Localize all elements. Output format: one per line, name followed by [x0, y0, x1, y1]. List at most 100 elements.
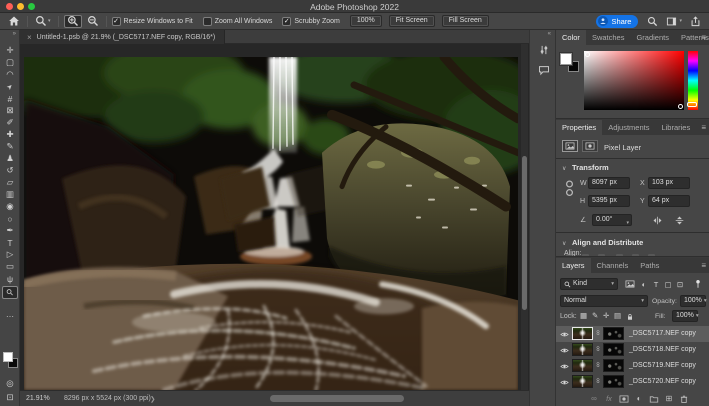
tool-type[interactable]: T — [3, 237, 17, 248]
tool-path-selection[interactable]: ▷ — [3, 249, 17, 260]
section-chevron-icon[interactable]: ∨ — [562, 240, 566, 247]
workspace-switcher-button[interactable]: ▾ — [666, 16, 682, 27]
canvas-area[interactable] — [20, 44, 529, 390]
tab-properties[interactable]: Properties — [556, 120, 602, 135]
layer-mask-thumbnail[interactable] — [603, 327, 624, 340]
mask-link-icon[interactable]: ∞ — [594, 346, 601, 351]
layer-style-icon[interactable]: fx — [603, 393, 615, 404]
eye-icon[interactable] — [560, 330, 569, 339]
layer-thumbnail[interactable] — [572, 359, 593, 372]
eye-icon[interactable] — [560, 362, 569, 371]
quick-mask-button[interactable]: ◎ — [3, 378, 17, 389]
tool-frame[interactable]: ⊠ — [3, 105, 17, 116]
tool-move[interactable]: ✛ — [3, 45, 17, 56]
vertical-scrollbar-thumb[interactable] — [522, 156, 527, 310]
tool-eyedropper[interactable]: ✐ — [3, 117, 17, 128]
home-button[interactable] — [6, 15, 22, 28]
lock-position-icon[interactable]: ✛ — [603, 311, 609, 320]
hue-slider[interactable] — [688, 51, 698, 110]
layer-thumbnail-icon[interactable] — [562, 140, 578, 152]
tool-hand[interactable]: ψ — [3, 273, 17, 284]
filter-pixel-layers-icon[interactable] — [624, 279, 636, 289]
opacity-field[interactable]: 100% ▾ — [680, 295, 706, 307]
document-tab[interactable]: × Untitled-1.psb @ 21.9% (_DSC5717.NEF c… — [20, 30, 225, 44]
filter-type-layers-icon[interactable]: T — [650, 279, 662, 289]
tab-libraries[interactable]: Libraries — [655, 120, 696, 135]
mask-link-icon[interactable]: ∞ — [594, 378, 601, 383]
layer-name[interactable]: _DSC5719.NEF copy — [629, 362, 696, 369]
layer-mask-icon[interactable] — [582, 140, 598, 152]
tool-dodge[interactable]: ○ — [3, 213, 17, 224]
tool-object-selection[interactable]: ➤ — [3, 81, 17, 92]
link-layers-icon[interactable]: ∞ — [588, 393, 600, 404]
layer-thumbnail[interactable] — [572, 375, 593, 388]
layer-row-2[interactable]: ∞ _DSC5718.NEF copy — [556, 342, 709, 358]
tab-adjustments[interactable]: Adjustments — [602, 120, 655, 135]
fill-field[interactable]: 100% ▾ — [672, 310, 698, 322]
zoom-in-button[interactable] — [64, 15, 82, 28]
layer-row-4[interactable]: ∞ _DSC5720.NEF copy — [556, 374, 709, 390]
tab-channels[interactable]: Channels — [591, 258, 635, 273]
height-field[interactable]: 5395 px — [588, 195, 630, 207]
filter-shape-layers-icon[interactable]: ▢ — [662, 279, 674, 289]
eye-icon[interactable] — [560, 346, 569, 355]
add-layer-mask-icon[interactable] — [618, 393, 630, 404]
tool-brush[interactable]: ✎ — [3, 141, 17, 152]
tool-lasso[interactable]: ◠ — [3, 69, 17, 80]
x-field[interactable]: 103 px — [648, 177, 690, 189]
delete-layer-icon[interactable] — [678, 393, 690, 404]
share-button[interactable]: Share — [596, 15, 638, 28]
flip-horizontal-icon[interactable] — [652, 215, 663, 226]
zoom-tool-preset-button[interactable]: ▾ — [33, 15, 53, 28]
transform-section-title[interactable]: Transform — [572, 163, 609, 172]
layer-mask-thumbnail[interactable] — [603, 343, 624, 356]
toolbar-collapse-icon[interactable]: » — [13, 31, 16, 37]
status-zoom-value[interactable]: 21.91% — [26, 395, 50, 402]
new-group-icon[interactable] — [648, 393, 660, 404]
new-layer-icon[interactable]: ⊞ — [663, 393, 675, 404]
foreground-color-swatch[interactable] — [3, 352, 13, 362]
layer-name[interactable]: _DSC5720.NEF copy — [629, 378, 696, 385]
comments-panel-button[interactable] — [535, 63, 552, 77]
status-chevron-icon[interactable]: ❯ — [150, 395, 155, 403]
zoom-100-button[interactable]: 100% — [350, 15, 382, 27]
flip-vertical-icon[interactable] — [674, 215, 685, 226]
screen-mode-button[interactable]: ⊡ — [3, 392, 17, 403]
vertical-scrollbar[interactable] — [521, 44, 528, 390]
tool-pen[interactable]: ✒ — [3, 225, 17, 236]
tab-color[interactable]: Color — [556, 30, 586, 45]
chevron-down-icon[interactable]: ▾ — [626, 218, 629, 228]
layer-mask-thumbnail[interactable] — [603, 359, 624, 372]
mask-link-icon[interactable]: ∞ — [594, 330, 601, 335]
filter-adjustment-layers-icon[interactable]: ◐ — [638, 279, 650, 289]
foreground-swatch[interactable] — [560, 53, 572, 65]
lock-paint-icon[interactable]: ✎ — [592, 311, 598, 320]
export-share-icon[interactable] — [690, 16, 701, 27]
search-icon[interactable] — [647, 16, 658, 27]
tool-marquee[interactable]: ▢ — [3, 57, 17, 68]
foreground-background-swatches[interactable] — [560, 53, 582, 75]
layer-mask-thumbnail[interactable] — [603, 375, 624, 388]
panel-menu-icon[interactable]: ≡ — [701, 123, 706, 132]
filter-toggle-icon[interactable] — [692, 279, 704, 289]
horizontal-scrollbar-thumb[interactable] — [270, 395, 404, 402]
saturation-brightness-field[interactable] — [584, 51, 684, 110]
tool-blur[interactable]: ◉ — [3, 201, 17, 212]
lock-all-icon[interactable] — [626, 312, 634, 321]
new-adjustment-layer-icon[interactable]: ◐ — [633, 393, 645, 404]
dock-collapse-icon[interactable]: « — [548, 31, 551, 37]
layer-name[interactable]: _DSC5717.NEF copy — [629, 330, 696, 337]
lock-artboard-icon[interactable]: ▤ — [614, 311, 621, 320]
blend-mode-select[interactable]: Normal ▾ — [560, 295, 648, 307]
resize-windows-checkbox[interactable]: ✓ — [112, 17, 121, 26]
layer-row-3[interactable]: ∞ _DSC5719.NEF copy — [556, 358, 709, 374]
tool-zoom-selected[interactable]: ⚲ — [2, 286, 18, 299]
layer-row-1[interactable]: ∞ _DSC5717.NEF copy — [556, 326, 709, 342]
layer-thumbnail[interactable] — [572, 343, 593, 356]
tool-clone-stamp[interactable]: ♟ — [3, 153, 17, 164]
filter-smart-objects-icon[interactable]: ⊡ — [674, 279, 686, 289]
layer-name[interactable]: _DSC5718.NEF copy — [629, 346, 696, 353]
layer-thumbnail[interactable] — [572, 327, 593, 340]
width-field[interactable]: 8097 px — [588, 177, 630, 189]
zoom-all-windows-checkbox[interactable] — [203, 17, 212, 26]
